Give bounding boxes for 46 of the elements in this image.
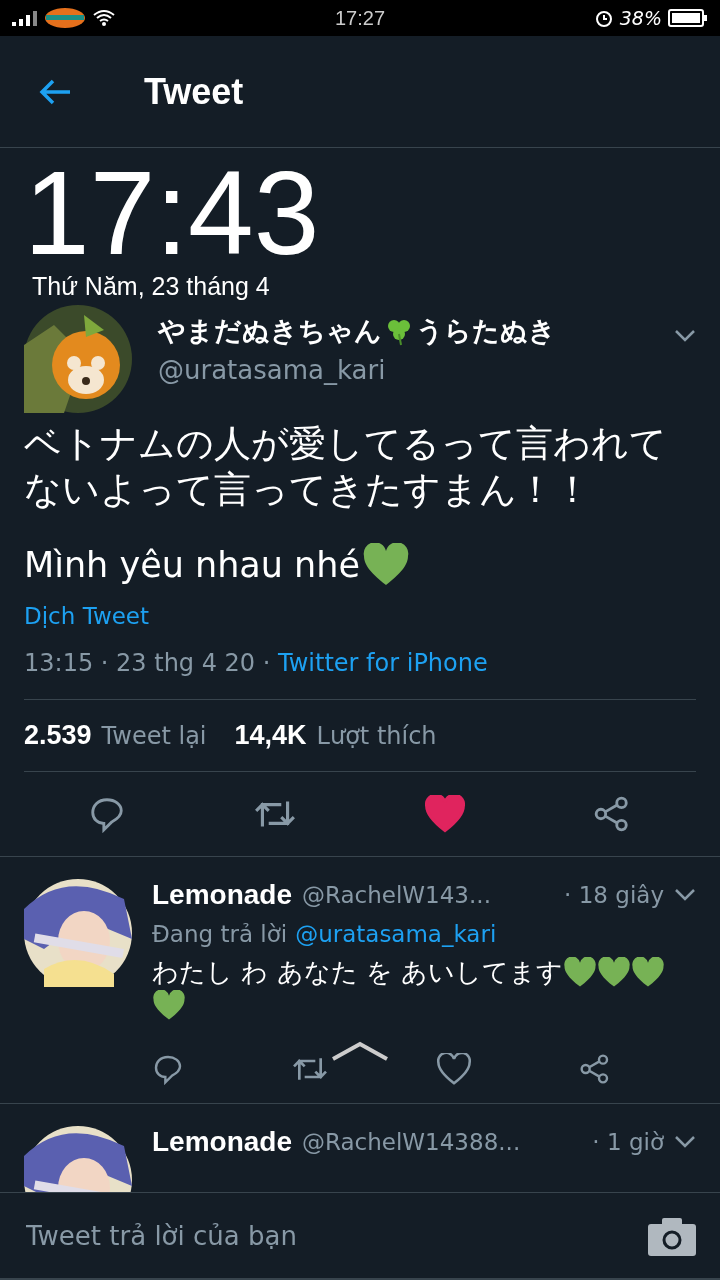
chevron-down-icon[interactable] (674, 1135, 696, 1149)
reply-time: · 1 giờ (592, 1129, 664, 1155)
reply-input-field[interactable]: Tweet trả lời của bạn (24, 1219, 638, 1252)
heart-emoji-icon (597, 957, 632, 988)
like-icon[interactable] (424, 795, 465, 833)
reply-author-handle: @RachelW14388... (302, 1129, 521, 1155)
author-handle: @uratasama_kari (158, 355, 387, 385)
retweet-count: 2.539 (24, 720, 92, 751)
battery-percent: 38% (619, 7, 662, 29)
tweet-timestamp: 13:15 · 23 thg 4 20 · (24, 649, 272, 677)
mention-link[interactable]: @uratasama_kari (295, 921, 497, 947)
reply-icon[interactable] (152, 1053, 184, 1085)
lock-screen-date: Thứ Năm, 23 tháng 4 (32, 272, 270, 301)
reply-text: わたし わ あなた を あいしてます (152, 956, 564, 989)
like-count: 14,4K (234, 720, 307, 751)
source-link[interactable]: Twitter for iPhone (278, 649, 488, 677)
lock-screen-clock: 17:43 (24, 154, 320, 272)
signal-icon (12, 10, 38, 26)
heart-emoji-icon (152, 990, 186, 1021)
replying-to-label: Đang trả lời (152, 921, 288, 947)
translate-link[interactable]: Dịch Tweet (24, 603, 696, 629)
caret-up-icon[interactable] (330, 1040, 390, 1062)
author-name-suffix: うらたぬき (416, 314, 556, 348)
tweet-text: ベトナムの人が愛してるって言われてないよって言ってきたすまん！！ (24, 421, 668, 513)
reply-author-name: Lemonade (152, 879, 293, 911)
reply-time: · 18 giây (564, 882, 664, 908)
chevron-down-icon[interactable] (674, 888, 696, 902)
heart-emoji-icon (563, 957, 598, 988)
battery-icon (668, 8, 708, 28)
reply-author-name: Lemonade (152, 1126, 293, 1158)
like-label: Lượt thích (316, 722, 437, 750)
retweet-label: Tweet lại (101, 722, 207, 750)
alarm-icon (593, 8, 614, 28)
header-title: Tweet (144, 70, 244, 113)
heart-emoji-icon (631, 957, 666, 988)
chevron-down-icon[interactable] (674, 329, 696, 343)
tweet-text-line: Mình yêu nhau nhé (24, 545, 360, 585)
heart-emoji-icon (362, 543, 410, 587)
reply-author-handle: @RachelW143... (302, 882, 491, 908)
carrier-logo-icon (44, 7, 86, 29)
camera-icon[interactable] (648, 1215, 696, 1256)
wifi-icon (92, 9, 116, 27)
back-arrow-icon[interactable] (38, 77, 72, 106)
author-name: やまだぬきちゃん (158, 314, 382, 348)
status-time: 17:27 (334, 6, 386, 30)
like-icon[interactable] (436, 1053, 471, 1085)
